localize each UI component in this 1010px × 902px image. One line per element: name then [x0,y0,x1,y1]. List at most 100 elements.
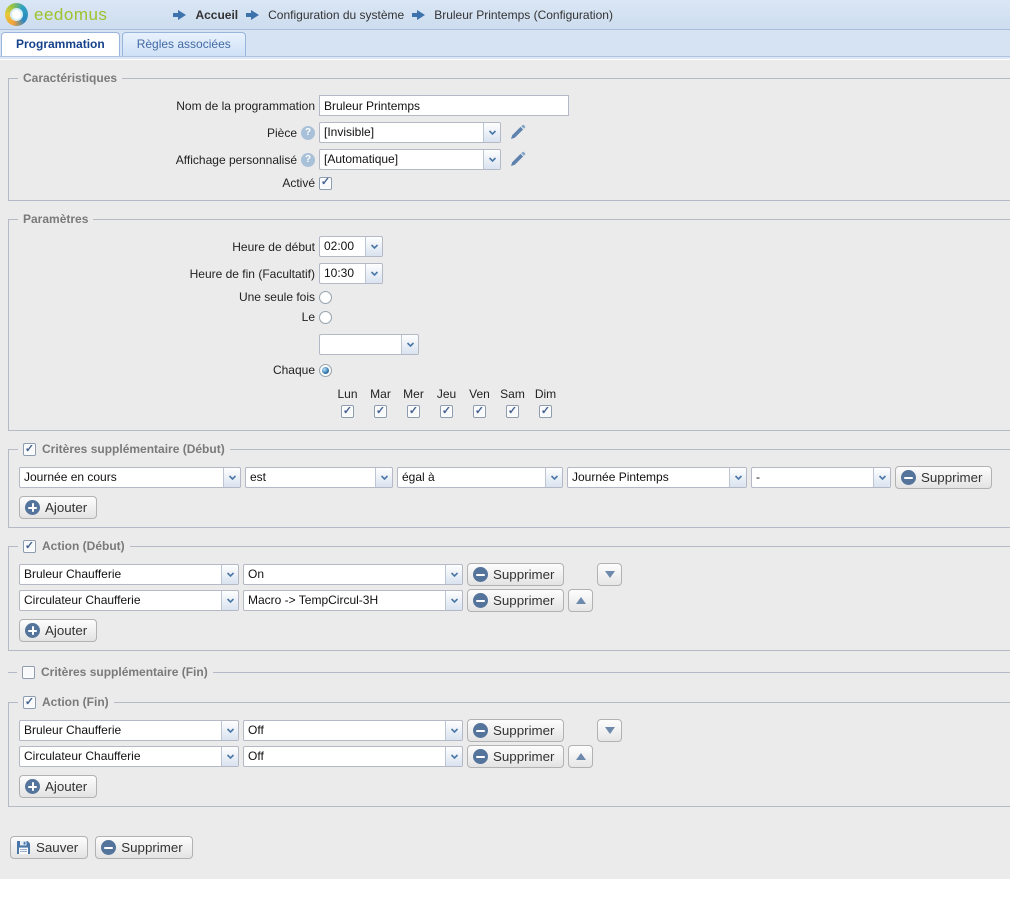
legend-label: Critères supplémentaire (Fin) [41,665,208,680]
chevron-down-icon[interactable] [223,468,240,487]
chevron-down-icon[interactable] [221,747,238,766]
heure-fin-select[interactable]: 10:30 [319,263,383,284]
section-parametres: Paramètres Heure de début 02:00 Heure de… [8,219,1010,431]
minus-circle-icon [473,723,488,738]
action-device-select[interactable]: Bruleur Chaufferie [19,720,239,741]
help-icon[interactable]: ? [301,153,315,167]
criteres-fin-checkbox[interactable] [22,666,35,679]
sauver-button[interactable]: Sauver [10,836,88,859]
chevron-down-icon[interactable] [483,150,500,169]
logo-text: eedomus [34,5,107,25]
active-label: Activé [19,176,319,190]
action-device-select[interactable]: Circulateur Chaufferie [19,746,239,767]
supprimer-action-button[interactable]: Supprimer [467,719,564,742]
day-label: Sam [496,387,529,401]
critere-comparison-select[interactable]: égal à [397,467,563,488]
tab-programmation[interactable]: Programmation [1,32,120,56]
help-icon[interactable]: ? [301,126,315,140]
breadcrumb-item-accueil[interactable]: Accueil [195,8,238,22]
day-checkbox-lun[interactable] [341,405,354,418]
heure-debut-label: Heure de début [19,240,319,254]
critere-row: Journée en cours est égal à Journée Pint… [19,466,1005,489]
plus-circle-icon [25,500,40,515]
critere-operator-select[interactable]: est [245,467,393,488]
tab-regles-associees[interactable]: Règles associées [122,32,246,56]
piece-select[interactable]: [Invisible] [319,122,501,143]
minus-circle-icon [901,470,916,485]
chevron-down-icon[interactable] [545,468,562,487]
day-label: Dim [529,387,562,401]
minus-circle-icon [101,840,116,855]
supprimer-action-button[interactable]: Supprimer [467,745,564,768]
section-legend: Action (Début) [18,539,130,554]
chevron-down-icon[interactable] [873,468,890,487]
chevron-down-icon[interactable] [483,123,500,142]
section-legend: Critères supplémentaire (Fin) [17,665,213,680]
move-down-button[interactable] [597,719,622,742]
chevron-down-icon[interactable] [445,591,462,610]
save-icon [16,840,31,855]
day-checkbox-mar[interactable] [374,405,387,418]
breadcrumb-item-configuration[interactable]: Configuration du système [268,8,404,22]
action-value-select[interactable]: Off [243,746,463,767]
active-checkbox[interactable] [319,177,332,190]
heure-debut-select[interactable]: 02:00 [319,236,383,257]
ajouter-action-button[interactable]: Ajouter [19,775,97,798]
programmation-name-input[interactable] [319,95,569,116]
chevron-down-icon[interactable] [375,468,392,487]
ajouter-action-button[interactable]: Ajouter [19,619,97,642]
le-radio[interactable] [319,311,332,324]
action-device-select[interactable]: Circulateur Chaufferie [19,590,239,611]
action-value-select[interactable]: On [243,564,463,585]
breadcrumb-arrow-icon [173,10,187,20]
legend-label: Action (Fin) [42,695,109,710]
chevron-down-icon[interactable] [445,721,462,740]
affichage-select[interactable]: [Automatique] [319,149,501,170]
day-checkbox-ven[interactable] [473,405,486,418]
criteres-debut-checkbox[interactable] [23,443,36,456]
chevron-down-icon[interactable] [221,565,238,584]
move-down-icon [605,571,615,578]
action-fin-checkbox[interactable] [23,696,36,709]
section-action-fin: Action (Fin) Bruleur Chaufferie Off Supp… [8,702,1010,807]
breadcrumb: Accueil Configuration du système Bruleur… [173,8,613,22]
chevron-down-icon[interactable] [365,264,382,283]
chevron-down-icon[interactable] [401,335,418,354]
une-seule-fois-radio[interactable] [319,291,332,304]
supprimer-programmation-button[interactable]: Supprimer [95,836,192,859]
day-checkbox-jeu[interactable] [440,405,453,418]
eedomus-logo-icon [5,3,28,26]
day-checkbox-mer[interactable] [407,405,420,418]
chevron-down-icon[interactable] [365,237,382,256]
edit-pencil-icon[interactable] [509,151,526,168]
day-checkbox-dim[interactable] [539,405,552,418]
move-up-button[interactable] [568,589,593,612]
chevron-down-icon[interactable] [445,747,462,766]
day-label: Mer [397,387,430,401]
supprimer-action-button[interactable]: Supprimer [467,589,564,612]
critere-device-select[interactable]: Journée en cours [19,467,241,488]
supprimer-critere-button[interactable]: Supprimer [895,466,992,489]
chevron-down-icon[interactable] [221,721,238,740]
action-row: Bruleur Chaufferie Off Supprimer [19,719,1005,742]
le-date-select[interactable] [319,334,419,355]
tab-bar: Programmation Règles associées [0,30,1010,57]
chevron-down-icon[interactable] [729,468,746,487]
critere-value-select[interactable]: Journée Pintemps [567,467,747,488]
action-debut-checkbox[interactable] [23,540,36,553]
minus-circle-icon [473,593,488,608]
action-value-select[interactable]: Macro -> TempCircul-3H [243,590,463,611]
supprimer-action-button[interactable]: Supprimer [467,563,564,586]
critere-extra-select[interactable]: - [751,467,891,488]
move-down-button[interactable] [597,563,622,586]
chevron-down-icon[interactable] [221,591,238,610]
day-checkbox-sam[interactable] [506,405,519,418]
ajouter-critere-button[interactable]: Ajouter [19,496,97,519]
action-device-select[interactable]: Bruleur Chaufferie [19,564,239,585]
chevron-down-icon[interactable] [445,565,462,584]
eedomus-logo[interactable]: eedomus [5,3,107,26]
edit-pencil-icon[interactable] [509,124,526,141]
move-up-button[interactable] [568,745,593,768]
chaque-radio[interactable] [319,364,332,377]
action-value-select[interactable]: Off [243,720,463,741]
